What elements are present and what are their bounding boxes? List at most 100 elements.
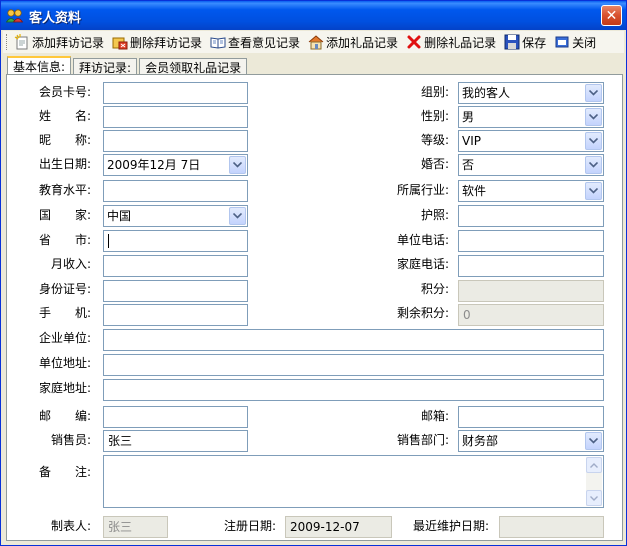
name-label: 姓 名: — [38, 109, 91, 123]
add-visit-record-button[interactable]: 添加拜访记录 — [12, 32, 106, 52]
add-gift-record-label: 添加礼品记录 — [326, 35, 399, 50]
birthday-date-picker[interactable]: 2009年12月 7日 — [103, 154, 248, 176]
postcode-label: 邮 编: — [38, 409, 91, 423]
customer-info-window: 客人资料 ✕ 添加拜访记录 删除拜访记录 查看意见记录 添加礼品记录 删除礼品记… — [0, 0, 627, 546]
close-button[interactable]: 关闭 — [552, 32, 598, 52]
postcode-input[interactable] — [103, 406, 248, 428]
id-card-input[interactable] — [103, 280, 248, 302]
group-select[interactable]: 我的客人 — [458, 82, 604, 104]
points-label: 积分: — [420, 282, 449, 296]
gender-select[interactable]: 男 — [458, 106, 604, 128]
add-record-icon — [14, 34, 30, 50]
register-date-label: 注册日期: — [223, 519, 276, 533]
toolbar-grip[interactable] — [6, 34, 9, 50]
name-input[interactable] — [103, 106, 248, 128]
work-phone-label: 单位电话: — [396, 233, 449, 247]
view-feedback-record-button[interactable]: 查看意见记录 — [208, 32, 302, 52]
save-disk-icon — [504, 34, 520, 50]
creator-input: 张三 — [103, 516, 168, 538]
level-select[interactable]: VIP — [458, 130, 604, 152]
users-icon — [5, 8, 24, 24]
birthday-value: 2009年12月 7日 — [107, 158, 201, 172]
chevron-down-icon[interactable] — [585, 156, 602, 174]
work-phone-input[interactable] — [458, 230, 604, 252]
sales-dept-select[interactable]: 财务部 — [458, 430, 604, 452]
window-close-button[interactable]: ✕ — [601, 5, 622, 26]
delete-gift-record-button[interactable]: 删除礼品记录 — [404, 32, 498, 52]
industry-label: 所属行业: — [396, 183, 449, 197]
country-select[interactable]: 中国 — [103, 205, 248, 227]
tab-gift-records[interactable]: 会员领取礼品记录 — [139, 58, 248, 75]
income-label: 月收入: — [50, 257, 91, 271]
chevron-down-icon[interactable] — [585, 132, 602, 150]
view-feedback-record-label: 查看意见记录 — [228, 35, 301, 50]
chevron-down-icon[interactable] — [585, 84, 602, 102]
add-visit-record-label: 添加拜访记录 — [32, 35, 105, 50]
tab-visit-records[interactable]: 拜访记录: — [73, 58, 138, 75]
book-icon — [210, 34, 226, 50]
mobile-input[interactable] — [103, 304, 248, 326]
title-bar[interactable]: 客人资料 ✕ — [1, 1, 626, 30]
chevron-down-icon[interactable] — [585, 108, 602, 126]
company-input[interactable] — [103, 329, 604, 351]
birthday-label: 出生日期: — [38, 157, 91, 171]
scroll-down-icon[interactable] — [586, 490, 602, 506]
country-label: 国 家: — [38, 208, 91, 222]
last-maintain-input — [499, 516, 604, 538]
province-input[interactable] — [103, 230, 248, 252]
home-address-input[interactable] — [103, 379, 604, 401]
save-button[interactable]: 保存 — [502, 32, 548, 52]
education-input[interactable] — [103, 180, 248, 202]
married-select[interactable]: 否 — [458, 154, 604, 176]
level-label: 等级: — [420, 133, 449, 147]
delete-visit-record-label: 删除拜访记录 — [130, 35, 203, 50]
industry-select[interactable]: 软件 — [458, 180, 604, 202]
close-label: 关闭 — [572, 35, 597, 50]
chevron-down-icon[interactable] — [229, 207, 246, 225]
register-date-input: 2009-12-07 — [285, 516, 392, 538]
level-value: VIP — [462, 134, 481, 148]
chevron-down-icon[interactable] — [585, 432, 602, 450]
remarks-textarea[interactable] — [103, 455, 604, 508]
close-window-icon — [554, 34, 570, 50]
chevron-down-icon[interactable] — [585, 182, 602, 200]
creator-label: 制表人: — [50, 519, 91, 533]
id-card-label: 身份证号: — [38, 282, 91, 296]
chevron-down-icon[interactable] — [229, 156, 246, 174]
group-value: 我的客人 — [462, 86, 511, 100]
gift-icon — [308, 34, 324, 50]
passport-input[interactable] — [458, 205, 604, 227]
points-input — [458, 280, 604, 302]
email-input[interactable] — [458, 406, 604, 428]
remaining-points-input: 0 — [458, 304, 604, 326]
red-x-icon — [406, 34, 422, 50]
member-card-input[interactable] — [103, 82, 248, 104]
basic-info-panel: 会员卡号: 组别: 我的客人 姓 名: 性别: 男 昵 称: 等级: VIP 出… — [6, 74, 623, 541]
salesperson-label: 销售员: — [50, 433, 91, 447]
remarks-label: 备 注: — [38, 465, 91, 479]
delete-visit-record-button[interactable]: 删除拜访记录 — [110, 32, 204, 52]
province-label: 省 市: — [38, 233, 91, 247]
add-gift-record-button[interactable]: 添加礼品记录 — [306, 32, 400, 52]
remarks-scrollbar[interactable] — [586, 457, 602, 506]
tab-basic-info[interactable]: 基本信息: — [7, 56, 72, 75]
scroll-up-icon[interactable] — [586, 457, 602, 473]
industry-value: 软件 — [462, 184, 487, 198]
married-value: 否 — [462, 158, 475, 172]
delete-gift-record-label: 删除礼品记录 — [424, 35, 497, 50]
text-cursor — [108, 234, 109, 248]
nickname-label: 昵 称: — [38, 133, 91, 147]
nickname-input[interactable] — [103, 130, 248, 152]
married-label: 婚否: — [420, 157, 449, 171]
company-address-input[interactable] — [103, 354, 604, 376]
home-phone-input[interactable] — [458, 255, 604, 277]
home-phone-label: 家庭电话: — [396, 257, 449, 271]
education-label: 教育水平: — [38, 183, 91, 197]
sales-dept-label: 销售部门: — [396, 433, 449, 447]
email-label: 邮箱: — [420, 409, 449, 423]
sales-dept-value: 财务部 — [462, 434, 499, 448]
income-input[interactable] — [103, 255, 248, 277]
company-address-label: 单位地址: — [38, 356, 91, 370]
home-address-label: 家庭地址: — [38, 381, 91, 395]
salesperson-input[interactable]: 张三 — [103, 430, 248, 452]
